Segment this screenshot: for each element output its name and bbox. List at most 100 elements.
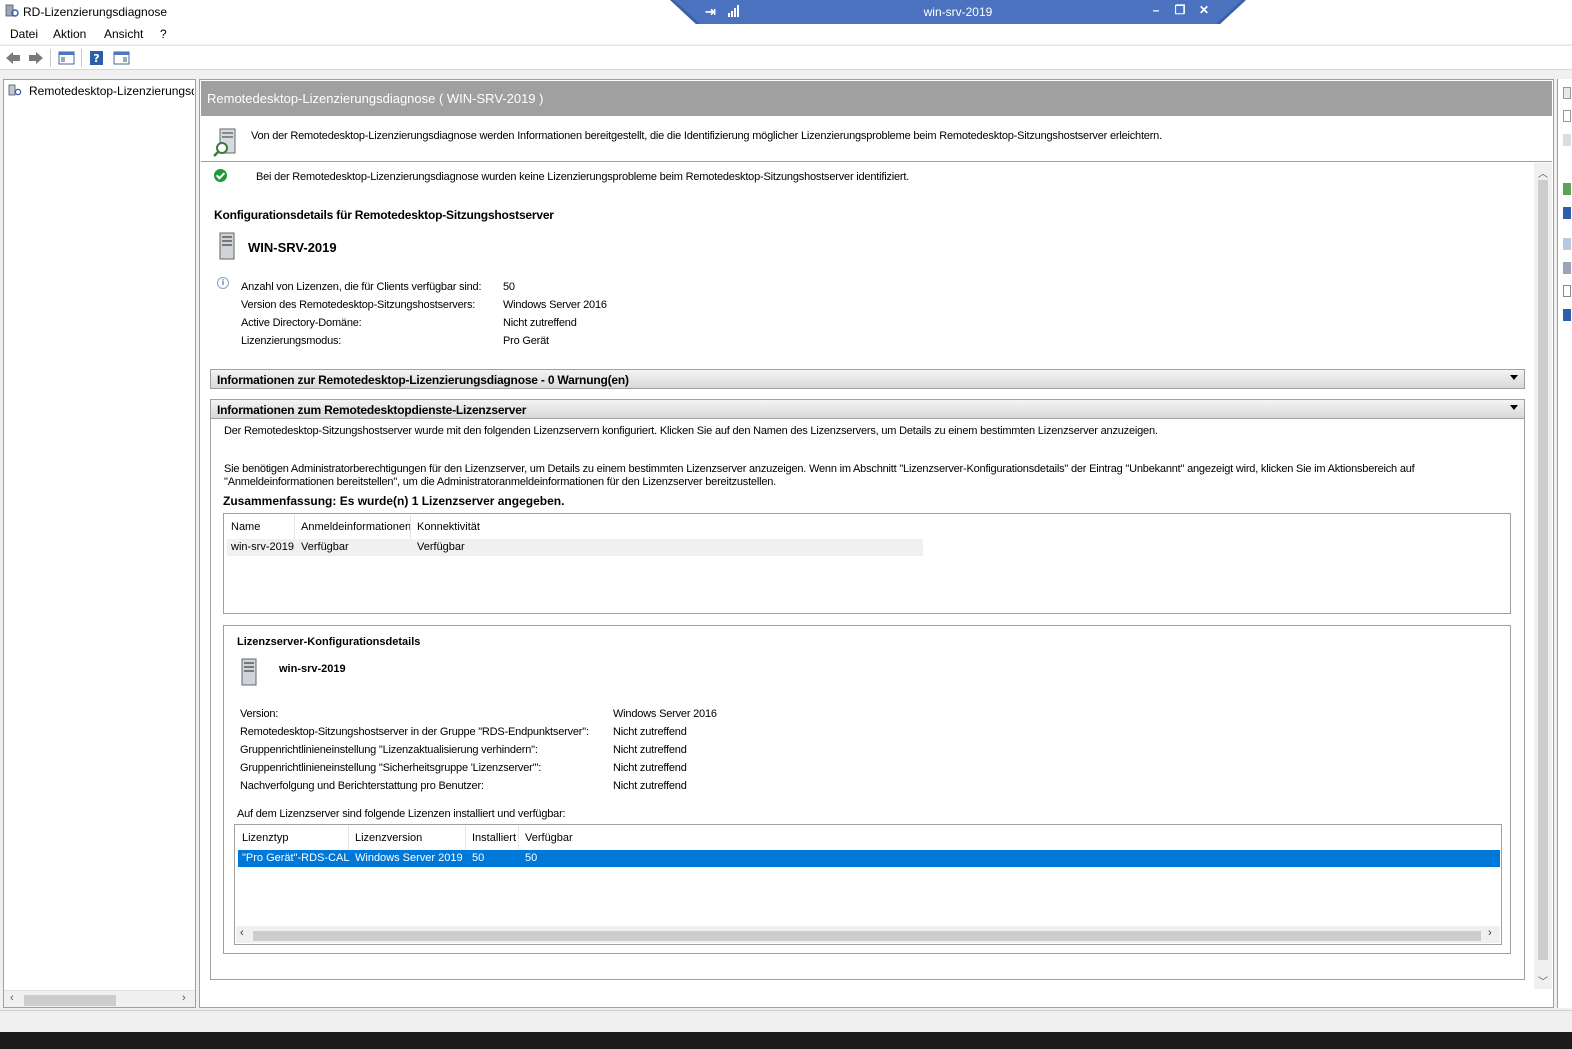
help-icon[interactable]: ? [89, 50, 106, 66]
content-vertical-scrollbar[interactable]: ︿ ﹀ [1534, 163, 1552, 989]
rdp-connection-bar[interactable]: ⇥ win-srv-2019 – ❐ ✕ [670, 0, 1246, 26]
restore-icon[interactable]: ❐ [1172, 3, 1188, 17]
scroll-right-icon[interactable]: › [1488, 927, 1492, 939]
column-header-installed[interactable]: Installiert [472, 832, 516, 844]
close-icon[interactable]: ✕ [1196, 3, 1212, 17]
window-title: RD-Lizenzierungsdiagnose [23, 5, 168, 19]
license-server-details: Lizenzserver-Konfigurationsdetails win-s… [223, 625, 1511, 954]
action-icon[interactable] [1563, 183, 1571, 195]
scroll-down-icon[interactable]: ﹀ [1538, 973, 1548, 988]
config-section-title: Konfigurationsdetails für Remotedesktop-… [214, 208, 554, 222]
content-scroll-area: Bei der Remotedesktop-Lizenzierungsdiagn… [201, 163, 1552, 1008]
cell-installed: 50 [472, 852, 485, 864]
cell-license-version: Windows Server 2019 [355, 852, 463, 864]
expander-diagnosis-info[interactable]: Informationen zur Remotedesktop-Lizenzie… [210, 369, 1525, 389]
expander-license-server-info[interactable]: Informationen zum Remotedesktopdienste-L… [210, 399, 1525, 419]
menu-file[interactable]: Datei [10, 27, 38, 41]
cell-name[interactable]: win-srv-2019 [231, 541, 294, 553]
show-hide-action-pane-icon[interactable] [113, 50, 130, 66]
intro-section: Von der Remotedesktop-Lizenzierungsdiagn… [201, 116, 1552, 162]
server-icon [219, 232, 235, 260]
app-icon [5, 4, 19, 17]
action-item[interactable] [1563, 110, 1571, 122]
menu-action[interactable]: Aktion [53, 27, 86, 41]
cell-credentials: Verfügbar [301, 541, 349, 553]
svg-text:?: ? [93, 52, 99, 65]
detail-value: Windows Server 2016 [613, 708, 717, 720]
server-icon [241, 658, 257, 686]
column-header-name[interactable]: Name [231, 521, 260, 533]
detail-value: Nicht zutreffend [613, 744, 687, 756]
chevron-down-icon[interactable] [1510, 375, 1518, 380]
detail-label: Remotedesktop-Sitzungshostserver in der … [240, 726, 589, 738]
menu-help[interactable]: ? [160, 27, 167, 41]
scroll-left-icon[interactable]: ‹ [240, 927, 244, 939]
config-value: Pro Gerät [503, 335, 549, 347]
column-header-license-type[interactable]: Lizenztyp [242, 832, 288, 844]
menu-view[interactable]: Ansicht [104, 27, 143, 41]
cell-connectivity: Verfügbar [417, 541, 465, 553]
column-header-connectivity[interactable]: Konnektivität [417, 521, 480, 533]
action-icon[interactable] [1563, 285, 1571, 297]
expander-label: Informationen zur Remotedesktop-Lizenzie… [217, 373, 629, 387]
success-check-icon [214, 169, 227, 182]
details-title: Lizenzserver-Konfigurationsdetails [237, 636, 421, 648]
scroll-thumb[interactable] [253, 931, 1481, 941]
admin-hint-line2: "Anmeldeinformationen bereitstellen", um… [224, 476, 777, 488]
config-label: Lizenzierungsmodus: [241, 335, 342, 347]
column-header-license-version[interactable]: Lizenzversion [355, 832, 422, 844]
summary-text: Zusammenfassung: Es wurde(n) 1 Lizenzser… [223, 494, 565, 508]
page-title: Remotedesktop-Lizenzierungsdiagnose ( WI… [201, 81, 1552, 116]
action-icon[interactable] [1563, 262, 1571, 274]
config-value: Windows Server 2016 [503, 299, 607, 311]
detail-label: Gruppenrichtlinieneinstellung "Sicherhei… [240, 762, 542, 774]
scroll-thumb[interactable] [1538, 180, 1548, 960]
config-label: Version des Remotedesktop-Sitzungshostse… [241, 299, 476, 311]
config-value: Nicht zutreffend [503, 317, 577, 329]
licenses-caption: Auf dem Lizenzserver sind folgende Lizen… [237, 808, 566, 820]
action-icon[interactable] [1563, 134, 1571, 146]
back-arrow-icon[interactable] [5, 50, 22, 66]
scroll-right-icon[interactable]: › [182, 992, 186, 1004]
detail-value: Nicht zutreffend [613, 726, 687, 738]
list-header: Lizenztyp Lizenzversion Installiert Verf… [238, 826, 1500, 850]
scroll-left-icon[interactable]: ‹ [10, 992, 14, 1004]
action-icon[interactable] [1563, 207, 1571, 219]
scroll-up-icon[interactable]: ︿ [1538, 165, 1548, 180]
server-name: WIN-SRV-2019 [248, 240, 337, 255]
forward-arrow-icon[interactable] [27, 50, 44, 66]
licenses-list: Lizenztyp Lizenzversion Installiert Verf… [234, 824, 1502, 945]
main-pane: Remotedesktop-Lizenzierungsdiagnose ( WI… [199, 79, 1554, 1008]
tree-node-label: Remotedesktop-Lizenzierungsdiagnose [29, 84, 194, 98]
table-row-selected[interactable]: "Pro Gerät"-RDS-CAL Windows Server 2019 … [238, 850, 1500, 867]
cell-license-type: "Pro Gerät"-RDS-CAL [242, 852, 350, 864]
cell-available: 50 [525, 852, 538, 864]
licenses-horizontal-scrollbar[interactable]: ‹ › [236, 926, 1500, 943]
show-hide-tree-icon[interactable] [58, 50, 75, 66]
info-icon: i [217, 277, 229, 289]
detail-label: Nachverfolgung und Berichterstattung pro… [240, 780, 484, 792]
column-header-credentials[interactable]: Anmeldeinformationen [301, 521, 411, 533]
admin-hint-line1: Sie benötigen Administratorberechtigunge… [224, 463, 1415, 475]
actions-subheader[interactable] [1563, 238, 1571, 250]
details-server-name: win-srv-2019 [279, 663, 346, 675]
taskbar [0, 1032, 1572, 1049]
actions-header[interactable] [1563, 87, 1571, 99]
intro-text: Von der Remotedesktop-Lizenzierungsdiagn… [251, 130, 1162, 142]
navigation-tree: Remotedesktop-Lizenzierungsdiagnose ‹ › [3, 79, 196, 1008]
detail-label: Version: [240, 708, 279, 720]
table-row[interactable]: win-srv-2019 Verfügbar Verfügbar [227, 539, 923, 556]
license-server-panel: Der Remotedesktop-Sitzungshostserver wur… [210, 419, 1525, 980]
status-bar [0, 1010, 1572, 1032]
expander-label: Informationen zum Remotedesktopdienste-L… [217, 403, 527, 417]
scroll-thumb[interactable] [24, 995, 116, 1006]
detail-label: Gruppenrichtlinieneinstellung "Lizenzakt… [240, 744, 538, 756]
tree-node-root[interactable]: Remotedesktop-Lizenzierungsdiagnose [8, 83, 194, 98]
help-icon[interactable] [1563, 309, 1571, 321]
tree-horizontal-scrollbar[interactable]: ‹ › [4, 990, 195, 1007]
detail-value: Nicht zutreffend [613, 780, 687, 792]
status-text: Bei der Remotedesktop-Lizenzierungsdiagn… [256, 171, 910, 183]
chevron-down-icon[interactable] [1510, 405, 1518, 410]
minimize-icon[interactable]: – [1148, 3, 1164, 17]
column-header-available[interactable]: Verfügbar [525, 832, 573, 844]
